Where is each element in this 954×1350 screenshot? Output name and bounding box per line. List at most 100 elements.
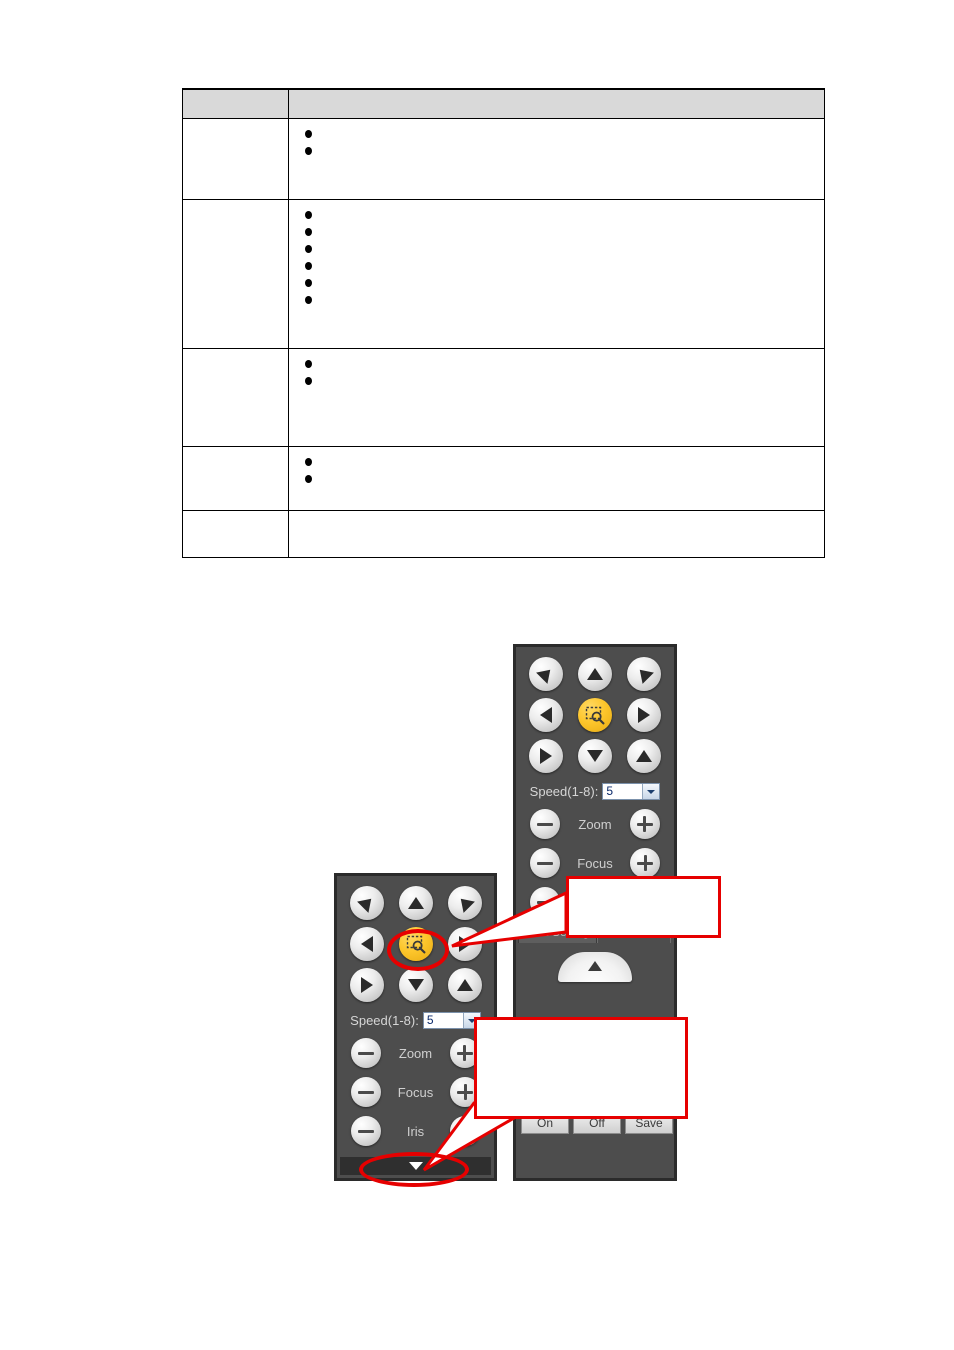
up-arrow-button[interactable] [578, 657, 612, 691]
list-item [299, 291, 816, 308]
iris-open-button[interactable] [450, 1116, 480, 1146]
focus-label: Focus [577, 855, 613, 871]
table-cell-content [288, 199, 825, 349]
down-left-arrow-icon [360, 977, 373, 993]
spec-table [182, 88, 825, 558]
list-item [299, 125, 816, 142]
table-header-cell-1 [182, 88, 289, 119]
speed-value: 5 [606, 784, 614, 798]
table-cell-label [182, 510, 289, 558]
zoom-control-row: Zoom [337, 1038, 494, 1068]
list-item [299, 223, 816, 240]
ptz-menu-navigation [516, 943, 674, 982]
zoom-out-button[interactable] [530, 809, 560, 839]
focus-near-button[interactable] [351, 1077, 381, 1107]
focus-far-button[interactable] [630, 848, 660, 878]
list-item [299, 206, 816, 223]
list-item [299, 372, 816, 389]
up-left-arrow-icon [536, 664, 556, 684]
focus-near-button[interactable] [530, 848, 560, 878]
right-arrow-button[interactable] [447, 927, 482, 961]
up-left-arrow-button[interactable] [529, 657, 563, 691]
speed-select[interactable]: 5 [422, 1012, 481, 1029]
zoom-area-select-button[interactable] [578, 698, 612, 732]
zoom-in-button[interactable] [629, 809, 660, 839]
left-arrow-icon [540, 707, 552, 723]
up-left-arrow-button[interactable] [349, 886, 384, 920]
list-item [299, 142, 816, 159]
down-arrow-button[interactable] [398, 968, 433, 1002]
down-left-arrow-icon [540, 748, 552, 764]
table-cell-label [182, 118, 289, 200]
spacer [299, 274, 816, 291]
focus-label: Focus [397, 1084, 434, 1100]
down-arrow-button[interactable] [578, 739, 612, 773]
bullet-list [299, 206, 816, 308]
table-cell-label [182, 199, 289, 349]
table-header-row [182, 88, 825, 119]
callout-zoom-area [566, 876, 721, 938]
down-arrow-icon [407, 979, 424, 991]
up-left-arrow-icon [356, 893, 377, 913]
table-cell-content [288, 348, 825, 447]
menu-up-button[interactable] [558, 952, 632, 982]
down-left-arrow-button[interactable] [529, 739, 563, 773]
bullet-list [299, 125, 816, 159]
bullet-list [299, 355, 816, 389]
table-row [182, 199, 825, 349]
zoom-label: Zoom [578, 816, 612, 832]
up-arrow-icon [407, 897, 424, 909]
up-right-arrow-icon [454, 893, 475, 913]
ptz-panel-collapsed: Speed(1-8): 5 Zoom Focus Iris [334, 873, 497, 1181]
table-cell-content [288, 446, 825, 511]
table-row [182, 118, 825, 200]
table-header-cell-2 [288, 88, 825, 119]
table-row [182, 510, 825, 558]
right-arrow-icon [638, 707, 650, 723]
speed-value: 5 [426, 1013, 434, 1027]
left-arrow-button[interactable] [529, 698, 563, 732]
table-cell-content [288, 118, 825, 200]
zoom-label: Zoom [398, 1045, 433, 1061]
down-right-arrow-button[interactable] [627, 739, 661, 773]
down-arrow-icon [587, 750, 603, 762]
table-cell-label [182, 348, 289, 447]
table-row [182, 348, 825, 447]
focus-control-row: Focus [516, 848, 674, 878]
iris-control-row: Iris [337, 1116, 494, 1146]
iris-close-button[interactable] [530, 887, 560, 917]
up-right-arrow-button[interactable] [447, 886, 482, 920]
left-arrow-icon [360, 936, 373, 952]
bullet-list [299, 453, 816, 487]
chevron-down-icon[interactable] [642, 784, 660, 799]
up-right-arrow-button[interactable] [627, 657, 661, 691]
spacer [299, 240, 816, 257]
left-arrow-button[interactable] [349, 927, 384, 961]
down-right-arrow-icon [636, 750, 652, 762]
list-item [299, 470, 816, 487]
focus-control-row: Focus [337, 1077, 494, 1107]
iris-close-button[interactable] [351, 1116, 381, 1146]
right-arrow-icon [458, 936, 471, 952]
down-right-arrow-icon [456, 979, 473, 991]
down-right-arrow-button[interactable] [447, 968, 482, 1002]
list-item [299, 453, 816, 470]
right-arrow-button[interactable] [627, 698, 661, 732]
expand-bar-highlight-ellipse [359, 1152, 469, 1187]
speed-label: Speed(1-8): [529, 784, 599, 799]
table-cell-label [182, 446, 289, 511]
up-arrow-icon [587, 668, 603, 680]
zoom-control-row: Zoom [516, 809, 674, 839]
zoom-area-select-icon [585, 706, 605, 725]
speed-label: Speed(1-8): [350, 1013, 419, 1028]
up-arrow-button[interactable] [398, 886, 433, 920]
list-item [299, 355, 816, 372]
iris-label: Iris [406, 1123, 425, 1139]
list-item [299, 257, 816, 274]
callout-expand-bar [474, 1017, 688, 1119]
speed-select[interactable]: 5 [602, 783, 661, 800]
ptz-direction-pad [516, 647, 674, 773]
zoom-out-button[interactable] [351, 1038, 381, 1068]
down-left-arrow-button[interactable] [349, 968, 384, 1002]
table-cell-content [288, 510, 825, 558]
